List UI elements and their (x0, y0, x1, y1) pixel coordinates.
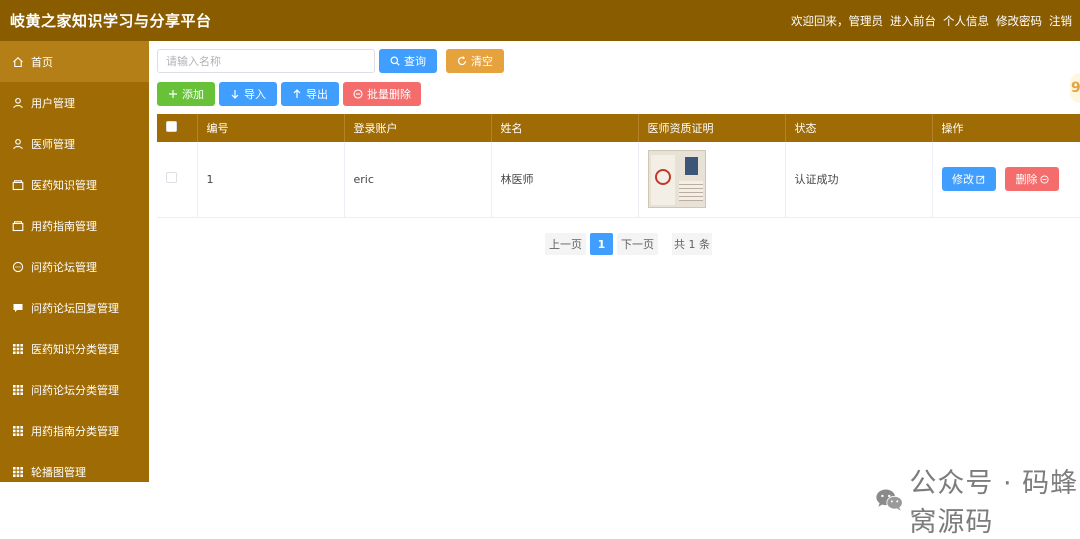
column-header-actions: 操作 (932, 114, 1080, 142)
select-all-cell (157, 114, 198, 142)
plus-icon (169, 90, 177, 98)
refresh-icon (457, 56, 467, 66)
delete-button[interactable]: 删除 (1005, 167, 1059, 192)
add-button-label: 添加 (182, 88, 204, 101)
sidebar-item-label: 医药知识分类管理 (31, 342, 119, 356)
watermark: 公众号 · 码蜂窝源码 (875, 461, 1080, 539)
export-button-label: 导出 (306, 88, 328, 101)
wechat-icon (876, 489, 903, 511)
column-header-name[interactable]: 姓名 (491, 114, 639, 142)
app-title: 岐黄之家知识学习与分享平台 (10, 12, 212, 30)
cell-actions: 修改 删除 (932, 142, 1080, 218)
column-header-id[interactable]: 编号 (197, 114, 345, 142)
change-password-link[interactable]: 修改密码 (996, 13, 1042, 29)
sidebar: 首页 用户管理 医师管理 医药知识管理 用药指南管理 问药论坛管理 问药论坛回复… (0, 41, 149, 482)
sidebar-item-medical-knowledge[interactable]: 医药知识管理 (0, 164, 149, 205)
cell-certificate (638, 142, 786, 218)
search-icon (390, 56, 400, 66)
sidebar-item-label: 问药论坛分类管理 (31, 383, 119, 397)
sidebar-item-label: 问药论坛回复管理 (31, 301, 119, 315)
grid-icon (12, 425, 24, 437)
pagination: 上一页 1 下一页 共 1 条 (545, 233, 712, 255)
certificate-image[interactable] (647, 150, 706, 209)
add-button[interactable]: 添加 (157, 82, 215, 106)
arrow-up-icon (293, 89, 301, 98)
prev-page-button[interactable]: 上一页 (545, 233, 586, 255)
folder-icon (12, 179, 24, 191)
grid-icon (12, 343, 24, 355)
sidebar-item-label: 轮播图管理 (31, 465, 86, 479)
user-icon (12, 97, 24, 109)
minus-circle-icon (1039, 175, 1049, 184)
sidebar-item-forum-categories[interactable]: 问药论坛分类管理 (0, 369, 149, 410)
floating-tab[interactable]: 9 (1070, 73, 1080, 103)
sidebar-item-label: 首页 (31, 55, 53, 69)
enter-frontend-link[interactable]: 进入前台 (890, 13, 936, 29)
welcome-text: 欢迎回来，管理员 (791, 13, 883, 28)
sidebar-item-medication-guide[interactable]: 用药指南管理 (0, 205, 149, 246)
grid-icon (12, 466, 24, 478)
total-count: 共 1 条 (672, 233, 712, 255)
import-button-label: 导入 (244, 88, 266, 101)
sidebar-item-label: 医师管理 (31, 137, 75, 151)
edit-button[interactable]: 修改 (941, 167, 996, 192)
cell-status: 认证成功 (785, 142, 933, 218)
sidebar-item-label: 用药指南分类管理 (31, 424, 119, 438)
top-nav: 欢迎回来，管理员 进入前台 个人信息 修改密码 注销 (791, 13, 1072, 29)
user-icon (12, 138, 24, 150)
cell-name: 林医师 (491, 142, 639, 218)
comment-icon (12, 302, 24, 314)
logout-link[interactable]: 注销 (1049, 13, 1072, 29)
arrow-down-icon (231, 90, 239, 99)
main-content: 查询 清空 添加 导入 导出 批量删除 9 (149, 41, 1080, 538)
search-button-label: 查询 (404, 55, 426, 68)
batch-delete-button[interactable]: 批量删除 (343, 82, 421, 106)
sidebar-item-doctors[interactable]: 医师管理 (0, 123, 149, 164)
table-header-row: 编号 登录账户 姓名 医师资质证明 状态 操作 (157, 114, 1080, 142)
grid-icon (12, 384, 24, 396)
sidebar-item-forum-replies[interactable]: 问药论坛回复管理 (0, 287, 149, 328)
folder-icon (12, 220, 24, 232)
sidebar-item-guide-categories[interactable]: 用药指南分类管理 (0, 410, 149, 451)
search-button[interactable]: 查询 (379, 49, 437, 73)
sidebar-item-label: 用药指南管理 (31, 219, 97, 233)
sidebar-item-users[interactable]: 用户管理 (0, 82, 149, 123)
edit-button-label: 修改 (952, 173, 974, 187)
row-checkbox[interactable] (166, 172, 177, 184)
import-button[interactable]: 导入 (219, 82, 277, 106)
table-row: 1 eric 林医师 认证成功 修改 删除 (157, 142, 1080, 218)
cell-account: eric (344, 142, 492, 218)
search-input[interactable] (157, 49, 375, 73)
next-page-button[interactable]: 下一页 (617, 233, 658, 255)
row-select-cell (157, 142, 198, 218)
cell-id: 1 (197, 142, 345, 218)
clear-button[interactable]: 清空 (446, 49, 504, 73)
search-bar: 查询 清空 (157, 49, 504, 73)
sidebar-item-home[interactable]: 首页 (0, 41, 149, 82)
top-bar: 岐黄之家知识学习与分享平台 欢迎回来，管理员 进入前台 个人信息 修改密码 注销 (0, 0, 1080, 41)
watermark-text: 公众号 · 码蜂窝源码 (909, 468, 1079, 538)
sidebar-item-label: 用户管理 (31, 96, 75, 110)
sidebar-item-forum[interactable]: 问药论坛管理 (0, 246, 149, 287)
select-all-checkbox[interactable] (166, 121, 177, 132)
clear-button-label: 清空 (471, 55, 493, 68)
export-button[interactable]: 导出 (281, 82, 339, 106)
column-header-account[interactable]: 登录账户 (344, 114, 492, 142)
sidebar-item-label: 问药论坛管理 (31, 260, 97, 274)
delete-button-label: 删除 (1015, 173, 1038, 187)
profile-link[interactable]: 个人信息 (943, 13, 989, 29)
sidebar-item-label: 医药知识管理 (31, 178, 97, 192)
chat-icon (12, 261, 24, 273)
minus-circle-icon (353, 89, 363, 99)
edit-icon (976, 175, 985, 184)
data-table: 编号 登录账户 姓名 医师资质证明 状态 操作 1 eric 林医师 认证成功 (157, 114, 1080, 218)
page-number-current[interactable]: 1 (590, 233, 613, 255)
column-header-status[interactable]: 状态 (785, 114, 933, 142)
batch-delete-button-label: 批量删除 (367, 88, 411, 101)
action-bar: 添加 导入 导出 批量删除 (157, 82, 421, 106)
sidebar-item-knowledge-categories[interactable]: 医药知识分类管理 (0, 328, 149, 369)
sidebar-item-carousel[interactable]: 轮播图管理 (0, 451, 149, 482)
column-header-certificate[interactable]: 医师资质证明 (638, 114, 786, 142)
home-icon (12, 56, 24, 68)
